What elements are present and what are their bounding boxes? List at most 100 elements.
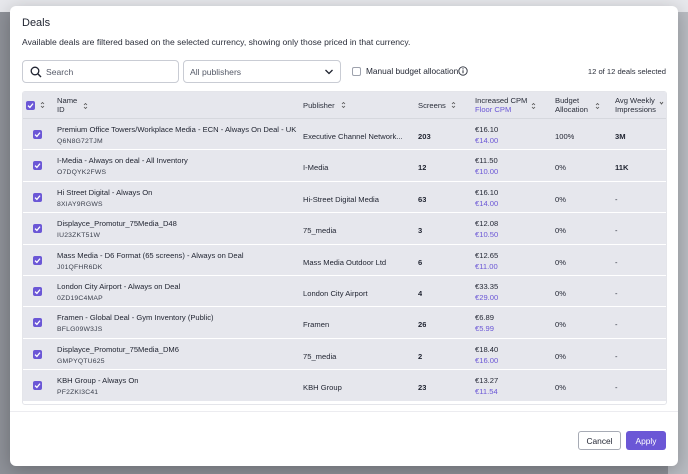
deal-id: IU23ZKT51W: [57, 232, 101, 240]
deal-increased-cpm: €13.27: [475, 376, 499, 386]
deal-screens: 23: [418, 383, 427, 393]
deal-publisher: I-Media: [303, 163, 329, 173]
deal-publisher: 75_media: [303, 351, 337, 361]
publisher-select[interactable]: All publishers: [183, 60, 341, 83]
deal-name: Displayce_Promotur_75Media_DM6: [57, 344, 179, 354]
deal-budget-allocation: 0%: [555, 351, 566, 361]
deal-id: J01QFHR6DK: [57, 263, 103, 271]
deal-increased-cpm: €18.40: [475, 344, 499, 354]
deal-id: O7DQYK2FWS: [57, 169, 107, 177]
deals-modal: Deals Available deals are filtered based…: [10, 6, 678, 466]
deal-floor-cpm: €14.00: [475, 136, 499, 145]
deal-screens: 3: [418, 226, 423, 236]
table-row[interactable]: London City Airport - Always on Deal 0ZD…: [23, 275, 666, 308]
deal-budget-allocation: 100%: [555, 132, 575, 141]
sort-screens-icon[interactable]: [451, 101, 456, 109]
chevron-down-icon: [325, 69, 333, 75]
deal-publisher: Mass Media Outdoor Ltd: [303, 257, 387, 267]
apply-button[interactable]: Apply: [626, 431, 666, 450]
deal-id: PF2ZKI3C41: [57, 389, 99, 397]
deal-increased-cpm: €12.08: [475, 219, 499, 229]
check-icon: [34, 163, 41, 169]
sort-cpm-icon[interactable]: [531, 102, 536, 110]
deal-impressions: -: [615, 194, 618, 204]
table-row[interactable]: Displayce_Promotur_75Media_D48 IU23ZKT51…: [23, 213, 666, 245]
search-icon: [30, 66, 42, 78]
deal-impressions: -: [615, 383, 618, 393]
deal-impressions: -: [615, 320, 618, 330]
table-row[interactable]: Displayce_Promotur_75Media_DM6 GMPYQTU62…: [23, 338, 666, 371]
footer-divider: [10, 411, 678, 412]
info-icon[interactable]: [458, 66, 468, 76]
table-row[interactable]: Hi Street Digital - Always On 8XIAY9RGWS…: [23, 181, 666, 214]
row-checkbox[interactable]: [33, 255, 42, 265]
deal-increased-cpm: €11.50: [475, 156, 498, 166]
row-checkbox[interactable]: [33, 161, 42, 171]
deal-id: BFLG09W3JS: [57, 326, 103, 334]
cancel-button[interactable]: Cancel: [578, 431, 621, 450]
row-checkbox[interactable]: [33, 192, 42, 202]
row-checkbox[interactable]: [33, 381, 42, 391]
deal-budget-allocation: 0%: [555, 163, 566, 173]
column-header-id: ID: [57, 105, 65, 114]
deal-screens: 203: [418, 132, 431, 141]
manual-budget-label: Manual budget allocation: [366, 66, 459, 76]
deal-publisher: KBH Group: [303, 383, 342, 393]
deal-impressions: -: [615, 226, 618, 236]
deal-name: Framen - Global Deal - Gym Inventory (Pu…: [57, 313, 214, 323]
deal-name: KBH Group - Always On: [57, 376, 139, 386]
manual-budget-checkbox[interactable]: [352, 67, 361, 76]
deal-budget-allocation: 0%: [555, 226, 566, 236]
check-icon: [34, 132, 41, 138]
column-header-cpm: Increased CPM: [475, 96, 528, 105]
row-checkbox[interactable]: [33, 130, 42, 139]
deal-id: GMPYQTU625: [57, 357, 105, 365]
sort-icon[interactable]: [40, 101, 45, 109]
deal-floor-cpm: €16.00: [475, 355, 499, 365]
deal-publisher: Executive Channel Network...: [303, 132, 403, 141]
deal-impressions: -: [615, 351, 618, 361]
table-row[interactable]: Framen - Global Deal - Gym Inventory (Pu…: [23, 307, 666, 339]
row-checkbox[interactable]: [33, 286, 42, 296]
check-icon: [34, 289, 41, 295]
deal-name: London City Airport - Always on Deal: [57, 281, 181, 291]
deal-publisher: 75_media: [303, 226, 337, 236]
deal-floor-cpm: €5.99: [475, 324, 495, 334]
table-row[interactable]: KBH Group - Always On PF2ZKI3C41 KBH Gro…: [23, 370, 666, 402]
column-header-impressions: Impressions: [615, 105, 656, 114]
column-header-floor-cpm: Floor CPM: [475, 105, 512, 114]
check-icon: [27, 103, 34, 109]
table-row[interactable]: Mass Media - D6 Format (65 screens) - Al…: [23, 244, 666, 276]
search-field[interactable]: [22, 60, 179, 83]
column-header-avg-weekly: Avg Weekly: [615, 96, 655, 105]
deal-name: Mass Media - D6 Format (65 screens) - Al…: [57, 250, 244, 260]
row-checkbox[interactable]: [33, 318, 42, 328]
selected-deals-count: 12 of 12 deals selected: [587, 67, 666, 76]
deal-name: Displayce_Promotur_75Media_D48: [57, 219, 177, 229]
deal-increased-cpm: €6.89: [475, 313, 495, 323]
deal-increased-cpm: €12.65: [475, 250, 499, 260]
check-icon: [34, 351, 41, 358]
deal-id: 8XIAY9RGWS: [57, 200, 103, 208]
table-body: Premium Office Towers/Workplace Media - …: [23, 119, 666, 402]
deals-table: Name ID Publisher Screens Increased CPM …: [22, 91, 667, 405]
row-checkbox[interactable]: [33, 349, 42, 359]
deal-floor-cpm: €11.54: [475, 387, 498, 397]
sort-name-icon[interactable]: [83, 102, 88, 110]
sort-publisher-icon[interactable]: [341, 101, 346, 109]
sort-impressions-icon[interactable]: [659, 99, 664, 107]
table-row[interactable]: I-Media - Always on deal - All Inventory…: [23, 150, 666, 182]
deal-increased-cpm: €33.35: [475, 281, 499, 291]
deal-floor-cpm: €10.50: [475, 230, 499, 240]
check-icon: [34, 257, 41, 263]
deal-screens: 4: [418, 288, 423, 298]
search-input[interactable]: [46, 65, 172, 79]
deal-floor-cpm: €10.00: [475, 167, 499, 177]
select-all-checkbox[interactable]: [26, 101, 35, 110]
sort-budget-icon[interactable]: [595, 102, 600, 110]
check-icon: [34, 194, 41, 201]
row-checkbox[interactable]: [33, 224, 42, 234]
deal-budget-allocation: 0%: [555, 320, 566, 330]
table-row[interactable]: Premium Office Towers/Workplace Media - …: [23, 119, 666, 151]
column-header-screens: Screens: [418, 101, 446, 110]
